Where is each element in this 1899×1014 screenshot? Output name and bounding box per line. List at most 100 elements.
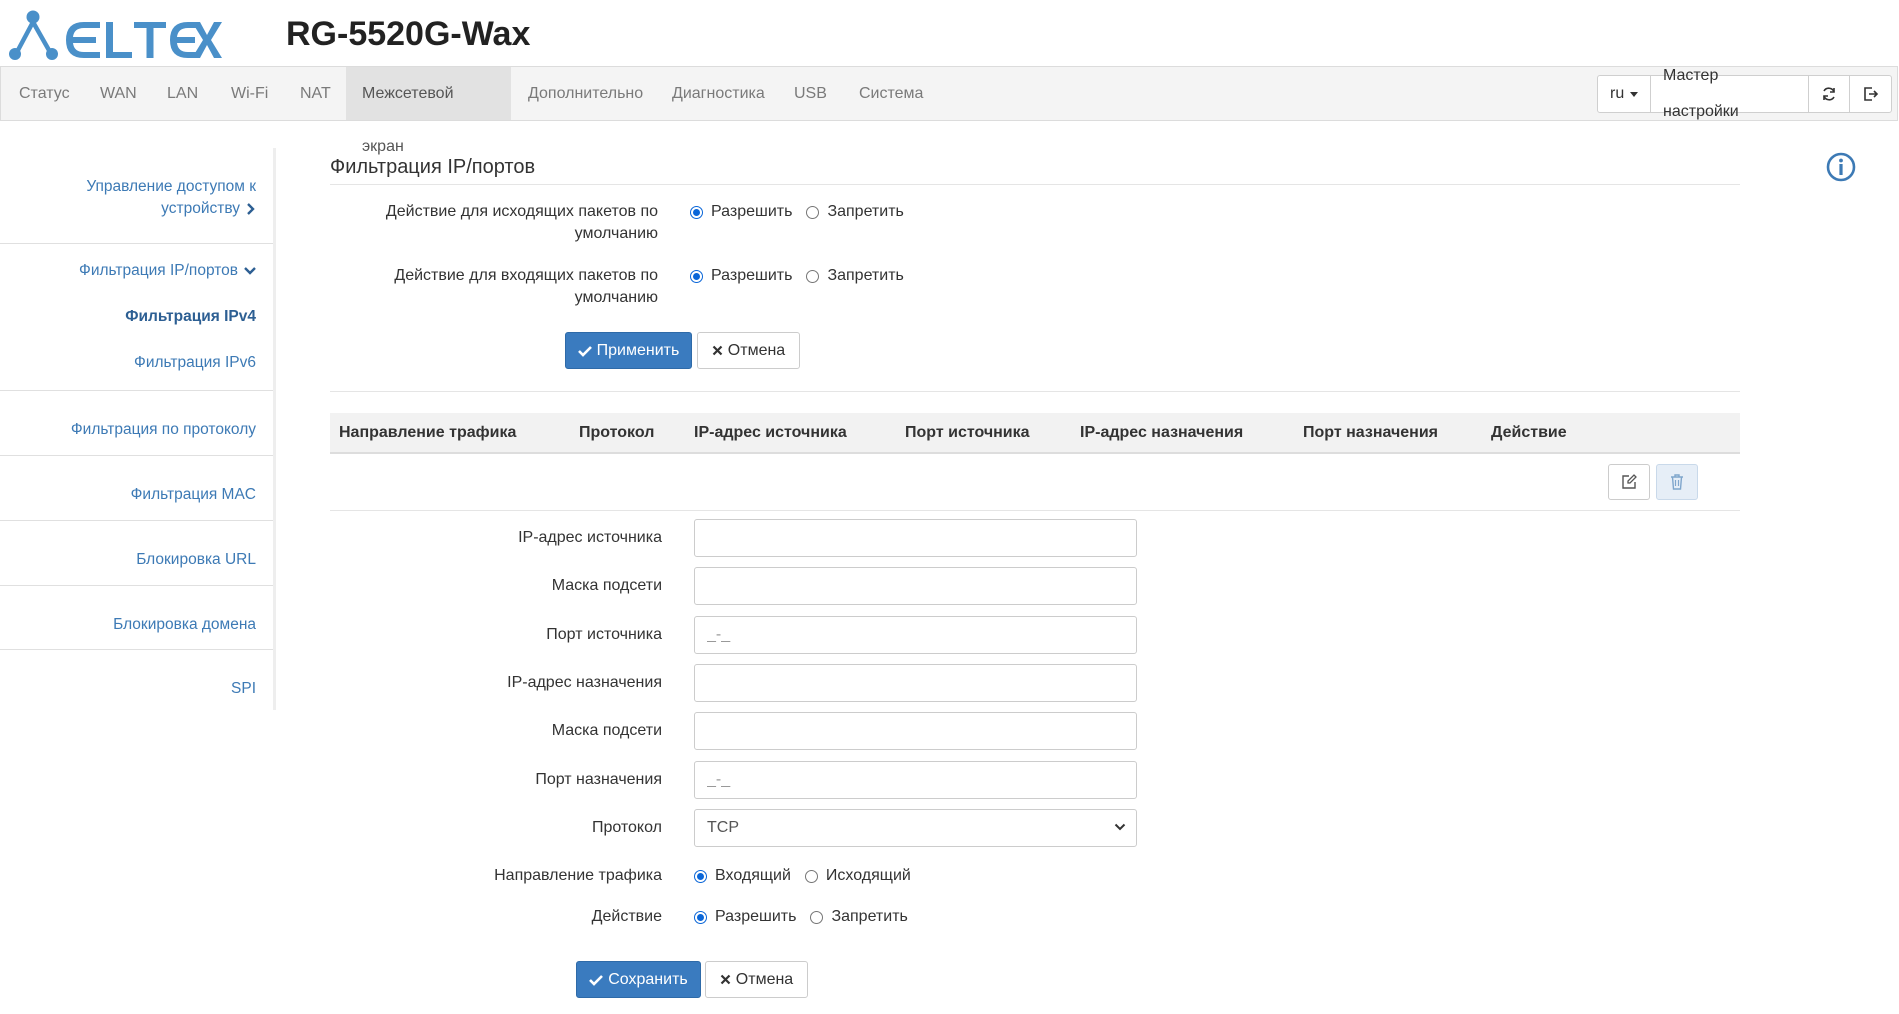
chevron-right-icon — [247, 203, 255, 215]
action-deny-radio[interactable] — [810, 910, 824, 924]
sidebar-item-label: Фильтрация IP/портов — [79, 262, 238, 279]
nav-wifi[interactable]: Wi-Fi — [215, 67, 284, 120]
section-divider — [330, 391, 1740, 392]
nav-usb[interactable]: USB — [778, 67, 843, 120]
refresh-button[interactable] — [1809, 76, 1850, 112]
info-icon[interactable] — [1826, 152, 1856, 182]
outgoing-default-label: Действие для исходящих пакетов по умолча… — [385, 203, 658, 242]
direction-outgoing-label[interactable]: Исходящий — [826, 867, 911, 885]
sidebar-item-ipv6-filter[interactable]: Фильтрация IPv6 — [134, 352, 256, 374]
outgoing-allow-label[interactable]: Разрешить — [711, 203, 792, 221]
incoming-default-label: Действие для входящих пакетов по умолчан… — [394, 267, 658, 306]
sidebar-item-ipv4-filter[interactable]: Фильтрация IPv4 — [125, 306, 256, 328]
navbar-right-toolbar: ru Мастер настройки — [1597, 67, 1892, 120]
src-port-label: Порт источника — [546, 626, 662, 643]
action-allow-label[interactable]: Разрешить — [715, 908, 796, 926]
column-header-direction: Направление трафика — [339, 424, 517, 441]
sidebar-item-device-access[interactable]: Управление доступом к устройству — [86, 176, 256, 220]
src-mask-label: Маска подсети — [551, 577, 662, 594]
sidebar-item-url-block[interactable]: Блокировка URL — [136, 549, 256, 571]
protocol-select[interactable]: TCP — [694, 809, 1137, 847]
sidebar-divider — [0, 520, 273, 521]
sidebar-divider — [0, 390, 273, 391]
sidebar-divider — [0, 243, 273, 244]
nav-diagnostics[interactable]: Диагностика — [656, 67, 781, 120]
column-header-source-ip: IP-адрес источника — [694, 424, 847, 441]
column-header-source-port: Порт источника — [905, 424, 1030, 441]
logout-button[interactable] — [1850, 76, 1891, 112]
direction-outgoing-radio[interactable] — [804, 869, 818, 883]
src-mask-input[interactable] — [694, 567, 1137, 605]
protocol-label: Протокол — [591, 819, 662, 836]
chevron-down-icon — [1114, 823, 1126, 831]
action-allow-radio[interactable] — [694, 910, 707, 924]
outgoing-default-radio-group: Разрешить Запретить — [690, 201, 918, 223]
close-icon — [720, 974, 731, 985]
save-button[interactable]: Сохранить — [576, 961, 701, 998]
top-navbar: Статус WAN LAN Wi-Fi NAT Межсетевой экра… — [0, 66, 1898, 155]
close-icon — [712, 345, 723, 356]
sidebar: Управление доступом к устройству Фильтра… — [0, 148, 276, 710]
direction-incoming-label[interactable]: Входящий — [715, 867, 791, 885]
src-port-input[interactable] — [694, 616, 1137, 654]
refresh-icon — [1823, 87, 1835, 101]
nav-status[interactable]: Статус — [3, 67, 86, 120]
language-value: ru — [1610, 85, 1625, 102]
setup-wizard-button[interactable]: Мастер настройки — [1651, 67, 1809, 120]
nav-nat[interactable]: NAT — [284, 67, 347, 120]
column-header-destination-port: Порт назначения — [1303, 424, 1439, 441]
nav-advanced[interactable]: Дополнительно — [512, 67, 659, 120]
logout-icon — [1863, 87, 1878, 101]
page-title: Фильтрация IP/портов — [330, 156, 536, 178]
sidebar-divider — [0, 455, 273, 456]
edit-rule-button[interactable] — [1608, 464, 1650, 500]
language-dropdown[interactable]: ru — [1598, 76, 1651, 112]
action-label: Действие — [591, 908, 662, 925]
sidebar-item-spi[interactable]: SPI — [231, 678, 256, 700]
column-header-destination-ip: IP-адрес назначения — [1080, 424, 1244, 441]
nav-wan[interactable]: WAN — [84, 67, 153, 120]
sidebar-item-mac-filter[interactable]: Фильтрация MAC — [131, 484, 256, 506]
delete-rule-button[interactable] — [1656, 464, 1698, 500]
dst-port-input[interactable] — [694, 761, 1137, 799]
dst-mask-label: Маска подсети — [551, 722, 662, 739]
src-ip-label: IP-адрес источника — [518, 529, 662, 546]
check-icon — [577, 345, 592, 357]
direction-label: Направление трафика — [494, 867, 662, 884]
edit-icon — [1622, 474, 1637, 489]
dst-ip-input[interactable] — [694, 664, 1137, 702]
nav-firewall[interactable]: Межсетевой экран — [346, 67, 511, 155]
dst-mask-input[interactable] — [694, 712, 1137, 750]
incoming-allow-label[interactable]: Разрешить — [711, 267, 792, 285]
direction-incoming-radio[interactable] — [694, 869, 707, 883]
sidebar-divider — [0, 585, 273, 586]
nav-system[interactable]: Система — [843, 67, 939, 120]
apply-button[interactable]: Применить — [565, 332, 692, 369]
column-header-action: Действие — [1491, 424, 1567, 441]
protocol-select-value: TCP — [707, 819, 739, 836]
cancel-button[interactable]: Отмена — [697, 332, 800, 369]
incoming-default-radio-group: Разрешить Запретить — [690, 265, 918, 287]
eltex-logo — [8, 8, 223, 64]
form-cancel-button[interactable]: Отмена — [705, 961, 808, 998]
sidebar-item-protocol-filter[interactable]: Фильтрация по протоколу — [71, 419, 256, 441]
incoming-deny-label[interactable]: Запретить — [827, 267, 903, 285]
table-bottom-divider — [330, 510, 1740, 511]
src-ip-input[interactable] — [694, 519, 1137, 557]
incoming-allow-radio[interactable] — [690, 269, 703, 283]
column-header-protocol: Протокол — [579, 424, 655, 441]
sidebar-item-label: Управление доступом к — [86, 178, 256, 195]
direction-radio-group: Входящий Исходящий — [694, 865, 925, 887]
sidebar-item-ip-port-filter[interactable]: Фильтрация IP/портов — [79, 260, 256, 282]
outgoing-deny-label[interactable]: Запретить — [827, 203, 903, 221]
incoming-deny-radio[interactable] — [806, 269, 820, 283]
check-icon — [589, 974, 604, 986]
action-deny-label[interactable]: Запретить — [831, 908, 907, 926]
chevron-down-icon — [244, 267, 256, 275]
trash-icon — [1671, 474, 1683, 490]
title-divider — [330, 184, 1740, 185]
sidebar-item-domain-block[interactable]: Блокировка домена — [113, 614, 256, 636]
nav-lan[interactable]: LAN — [151, 67, 214, 120]
outgoing-allow-radio[interactable] — [690, 205, 703, 219]
outgoing-deny-radio[interactable] — [806, 205, 820, 219]
